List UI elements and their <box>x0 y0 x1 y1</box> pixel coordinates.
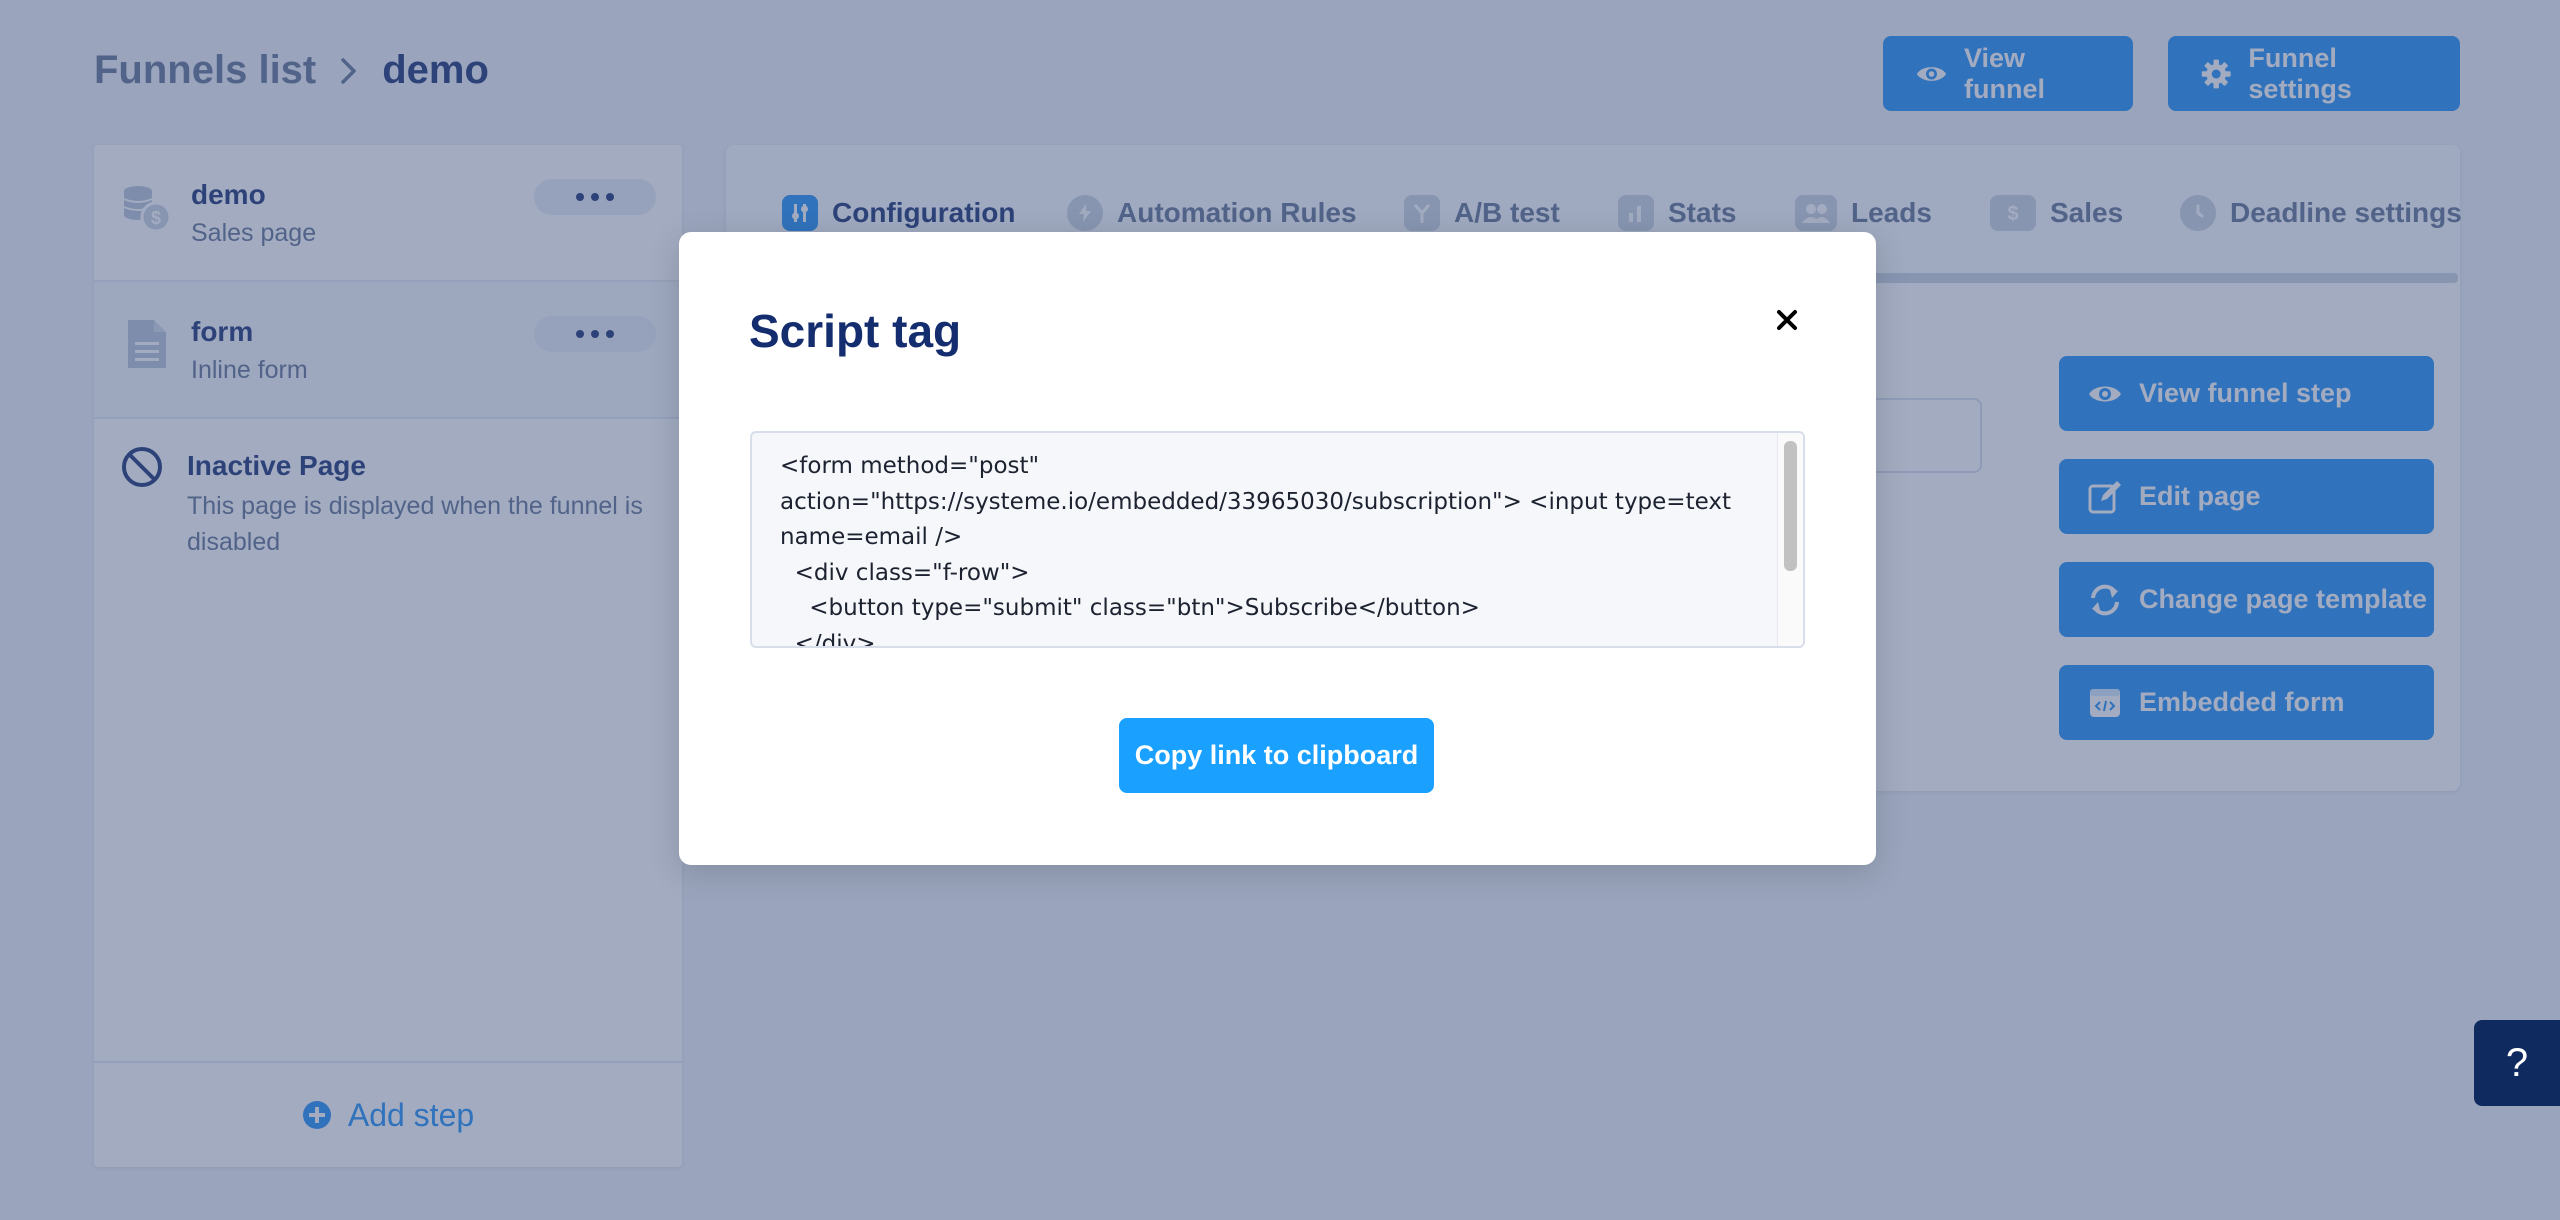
code-scrollbar[interactable] <box>1777 433 1803 646</box>
script-tag-modal: Script tag <form method="post" action="h… <box>679 232 1876 865</box>
help-button[interactable]: ? <box>2474 1020 2560 1106</box>
modal-title: Script tag <box>749 305 962 357</box>
copy-link-button[interactable]: Copy link to clipboard <box>1119 718 1434 793</box>
help-label: ? <box>2505 1040 2529 1085</box>
code-scrollbar-thumb[interactable] <box>1784 441 1797 571</box>
close-icon[interactable] <box>1769 302 1805 338</box>
script-code-textarea[interactable]: <form method="post" action="https://syst… <box>750 431 1805 648</box>
script-code: <form method="post" action="https://syst… <box>780 453 1731 648</box>
